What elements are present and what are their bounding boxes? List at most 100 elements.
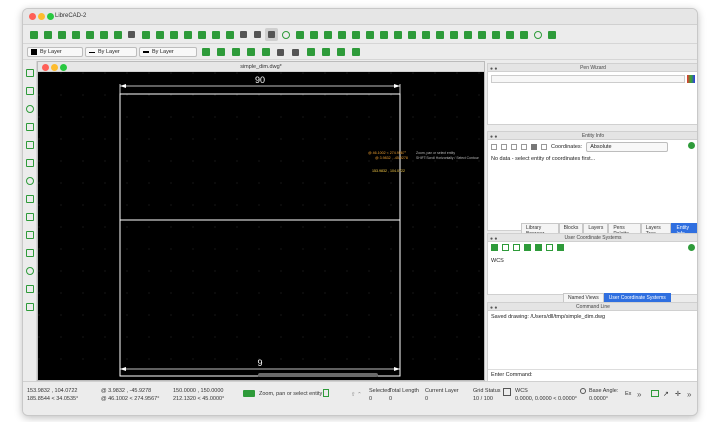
zoom-window-button[interactable] xyxy=(47,13,54,20)
select-icon[interactable] xyxy=(139,28,152,41)
new-file-icon[interactable] xyxy=(27,28,40,41)
pen-pick-icon[interactable] xyxy=(244,46,257,59)
ucs-y-icon[interactable] xyxy=(535,244,542,251)
line-tool-icon[interactable] xyxy=(26,69,34,77)
print-preview-icon[interactable] xyxy=(111,28,124,41)
save-icon[interactable] xyxy=(69,28,82,41)
info-tool-icon[interactable] xyxy=(26,303,34,311)
drawing-zoom-button[interactable] xyxy=(60,64,67,71)
ucs-origin-icon[interactable] xyxy=(513,244,520,251)
zoom-window-icon[interactable] xyxy=(503,28,516,41)
block-insert-icon[interactable] xyxy=(199,46,212,59)
ucs-set-icon[interactable] xyxy=(502,244,509,251)
print-icon[interactable] xyxy=(97,28,110,41)
hatch-tool-icon[interactable] xyxy=(26,213,34,221)
undo-icon[interactable] xyxy=(195,28,208,41)
copy-icon[interactable] xyxy=(167,28,180,41)
palette-icon[interactable] xyxy=(687,75,695,83)
redo-icon[interactable] xyxy=(209,28,222,41)
crosshair-icon[interactable]: ✛ xyxy=(675,390,681,398)
layer-dot-icon[interactable] xyxy=(349,46,362,59)
arc-tool-icon[interactable] xyxy=(26,123,34,131)
polygon-tool-icon[interactable] xyxy=(26,141,34,149)
ortho-icon[interactable] xyxy=(251,28,264,41)
settings-icon[interactable] xyxy=(531,28,544,41)
pointer-icon[interactable] xyxy=(125,28,138,41)
snap-distance-icon[interactable] xyxy=(377,28,390,41)
drawing-close-button[interactable] xyxy=(42,64,49,71)
restrict-vertical-icon[interactable] xyxy=(419,28,432,41)
panel-controls-icon[interactable]: ● ● xyxy=(490,304,497,312)
drawing-minimize-button[interactable] xyxy=(51,64,58,71)
ucs-settings-icon[interactable] xyxy=(688,244,695,251)
expand-chevron-icon[interactable]: » xyxy=(637,390,641,399)
text-tool-icon[interactable] xyxy=(26,249,34,257)
snap-entity-icon[interactable] xyxy=(335,28,348,41)
dimension-tool-icon[interactable] xyxy=(26,231,34,239)
rectangle-tool-icon[interactable] xyxy=(26,159,34,167)
relative-zero-icon[interactable] xyxy=(433,28,446,41)
snap-middle-icon[interactable] xyxy=(363,28,376,41)
coordinates-mode-select[interactable]: Absolute xyxy=(586,142,669,152)
snap-center-icon[interactable] xyxy=(349,28,362,41)
pen-wizard-select[interactable] xyxy=(491,75,685,83)
layer-grid-icon[interactable] xyxy=(304,46,317,59)
draft-mode-icon[interactable] xyxy=(265,28,278,41)
spline-tool-icon[interactable] xyxy=(26,195,34,203)
cut-icon[interactable] xyxy=(153,28,166,41)
insert-tool-icon[interactable] xyxy=(26,267,34,275)
filter-icon[interactable] xyxy=(511,144,517,150)
pen-copy-icon[interactable] xyxy=(274,46,287,59)
drawing-canvas[interactable]: 90 9 @ 46.1002 < 274.9567° @ 3.9832 , -4… xyxy=(38,72,484,380)
select-icon[interactable] xyxy=(521,144,527,150)
linewidth-select[interactable]: By Layer xyxy=(139,47,197,57)
open-file-icon[interactable] xyxy=(55,28,68,41)
minimize-window-button[interactable] xyxy=(38,13,45,20)
ucs-x-icon[interactable] xyxy=(524,244,531,251)
delete-icon[interactable] xyxy=(223,28,236,41)
pen-apply-icon[interactable] xyxy=(259,46,272,59)
paste-icon[interactable] xyxy=(181,28,194,41)
color-select[interactable]: By Layer xyxy=(27,47,83,57)
point-tool-icon[interactable] xyxy=(26,87,34,95)
zoom-pan-icon[interactable] xyxy=(517,28,530,41)
highlight-icon[interactable] xyxy=(501,144,507,150)
ex-label[interactable]: Ex xyxy=(625,391,631,397)
panel-controls-icon[interactable]: ● ● xyxy=(490,235,497,243)
modify-tool-icon[interactable] xyxy=(26,285,34,293)
layer-add-icon[interactable] xyxy=(334,46,347,59)
grid-icon[interactable] xyxy=(237,28,250,41)
ucs-view-icon[interactable] xyxy=(546,244,553,251)
ucs-add-icon[interactable] xyxy=(491,244,498,251)
lock-relative-zero-icon[interactable] xyxy=(447,28,460,41)
zoom-out-icon[interactable] xyxy=(475,28,488,41)
info-icon[interactable] xyxy=(279,28,292,41)
pointer-mode-icon[interactable]: ↗ xyxy=(663,390,669,398)
circle-tool-icon[interactable] xyxy=(26,105,34,113)
snap-free-icon[interactable] xyxy=(293,28,306,41)
block-create-icon[interactable] xyxy=(214,46,227,59)
close-window-button[interactable] xyxy=(29,13,36,20)
more-chevron-icon[interactable]: » xyxy=(687,390,691,399)
panel-controls-icon[interactable]: ● ● xyxy=(490,65,497,73)
panel-controls-icon[interactable]: ● ● xyxy=(490,133,497,141)
zoom-auto-icon[interactable] xyxy=(489,28,502,41)
settings-icon[interactable] xyxy=(541,144,547,150)
linetype-select[interactable]: By Layer xyxy=(85,47,137,57)
zoom-in-icon[interactable] xyxy=(461,28,474,41)
copy-icon[interactable] xyxy=(491,144,497,150)
ucs-world-icon[interactable] xyxy=(557,244,564,251)
block-edit-icon[interactable] xyxy=(229,46,242,59)
snap-intersection-icon[interactable] xyxy=(391,28,404,41)
layer-toggle-icon[interactable] xyxy=(319,46,332,59)
monitor-icon[interactable] xyxy=(651,390,659,397)
delete-icon[interactable] xyxy=(531,144,537,150)
ucs-item-wcs[interactable]: WCS xyxy=(491,258,504,264)
new-from-template-icon[interactable] xyxy=(41,28,54,41)
restrict-horizontal-icon[interactable] xyxy=(405,28,418,41)
refresh-icon[interactable] xyxy=(688,142,695,149)
command-input[interactable]: Enter Command: xyxy=(488,369,697,381)
save-as-icon[interactable] xyxy=(83,28,96,41)
snap-grid-icon[interactable] xyxy=(307,28,320,41)
pen-sync-icon[interactable] xyxy=(289,46,302,59)
